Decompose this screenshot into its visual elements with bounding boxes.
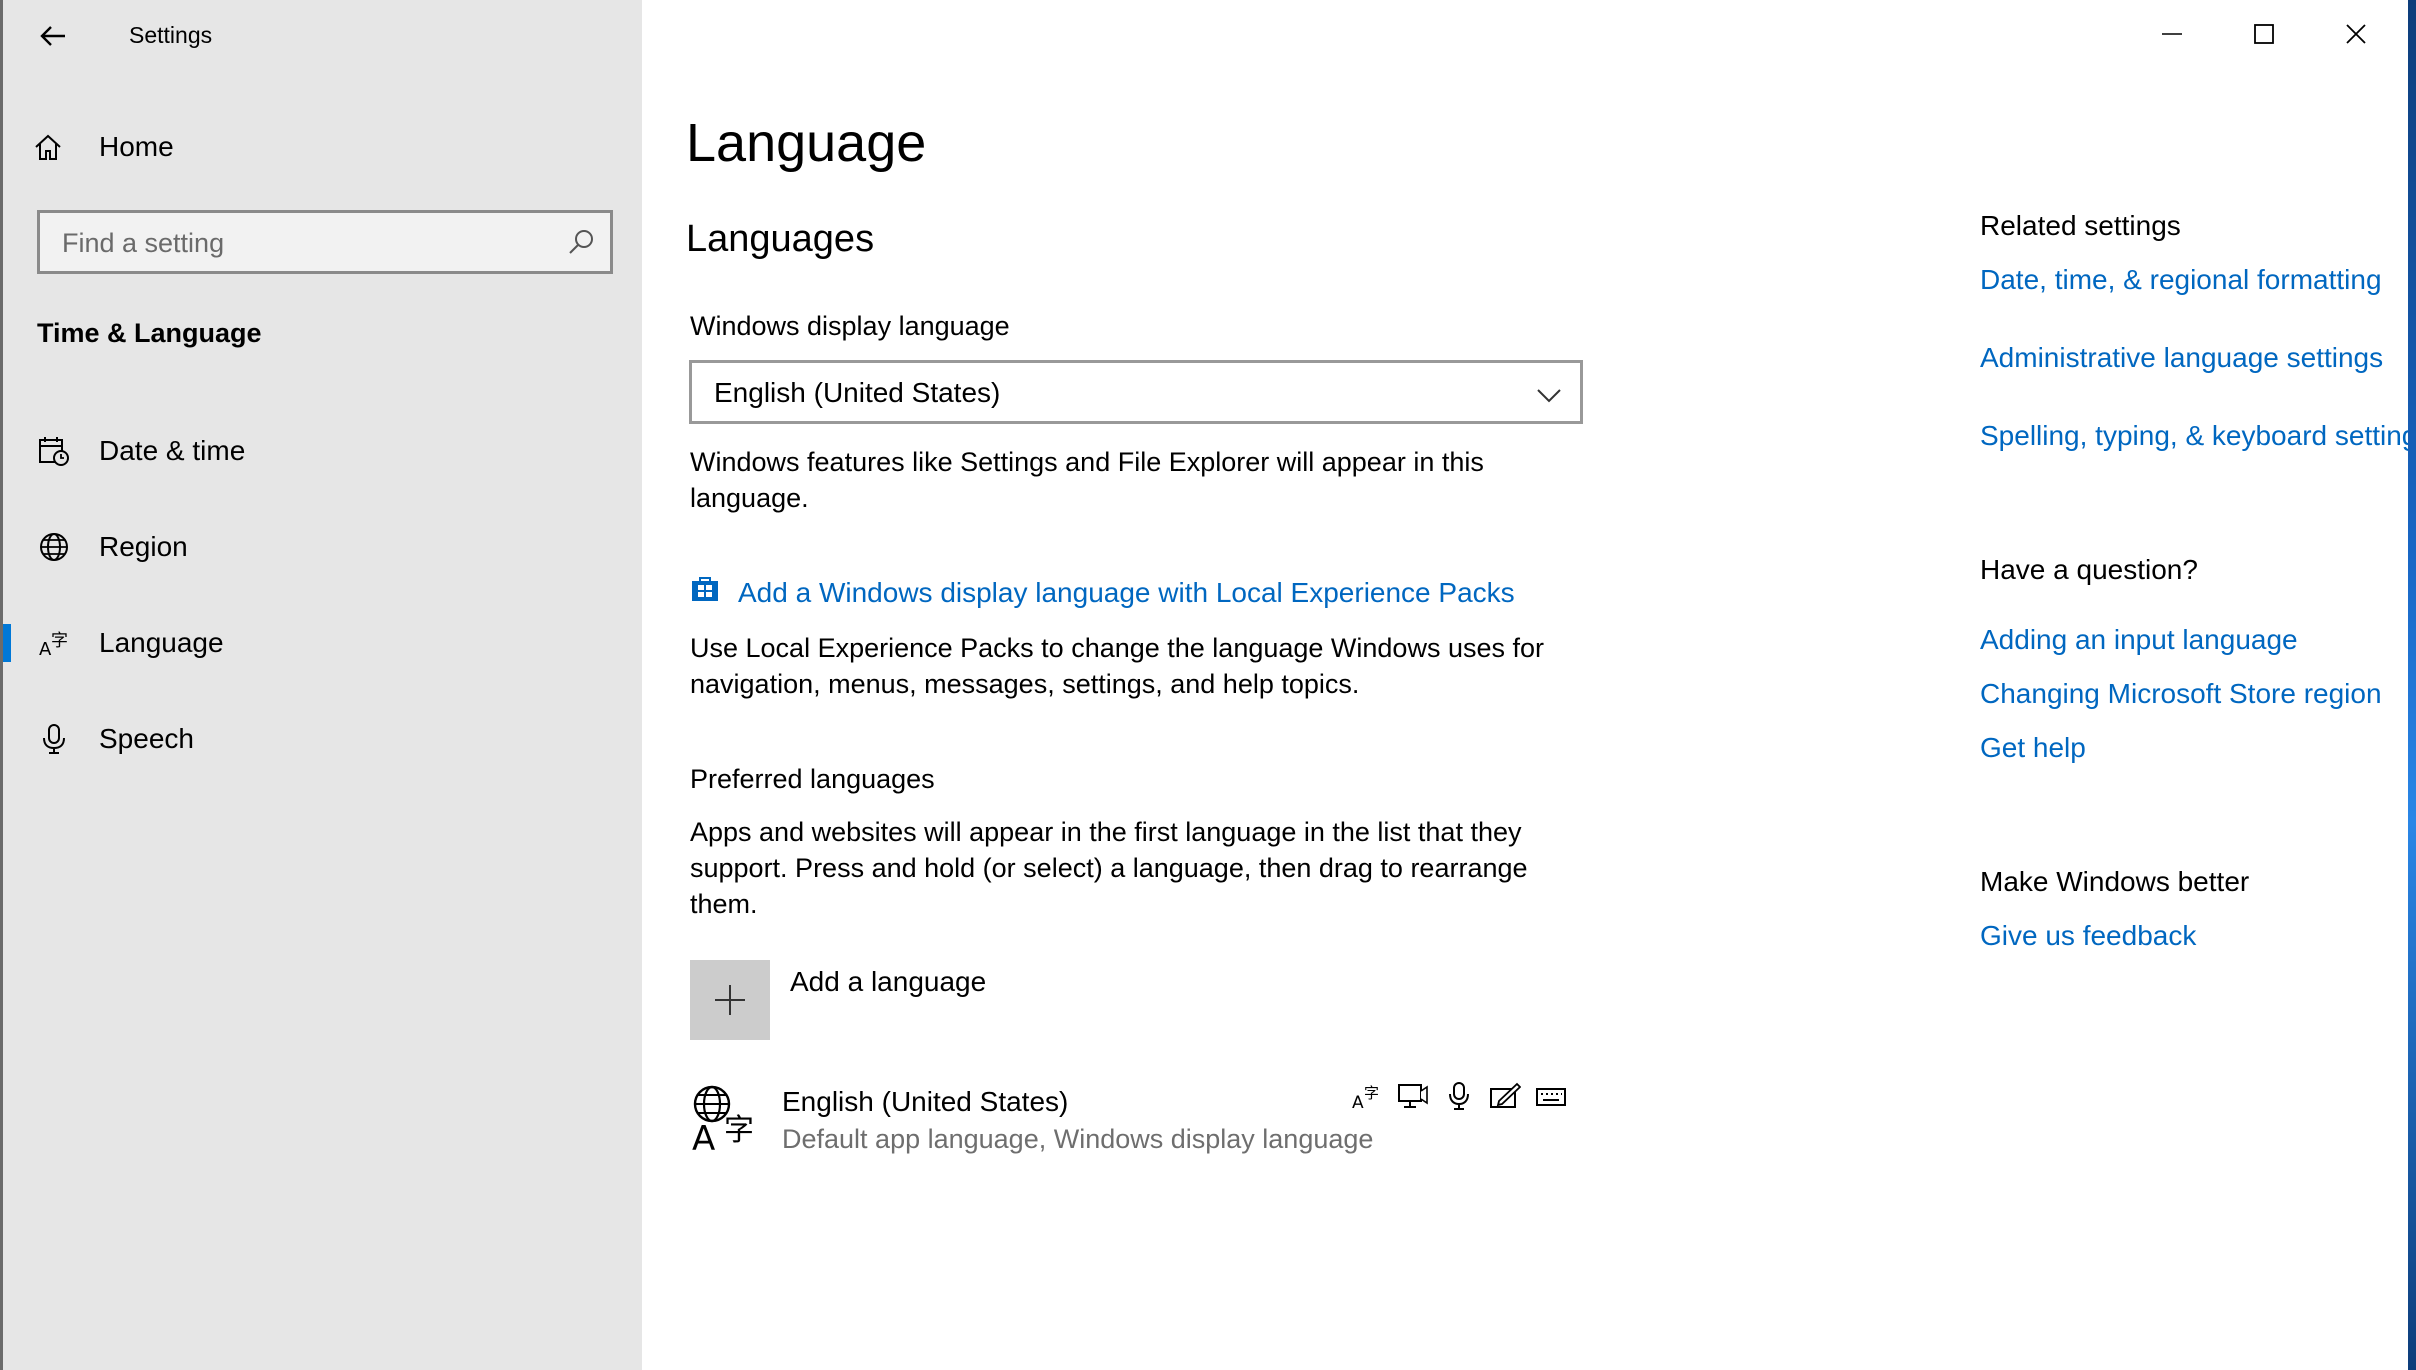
- svg-text:A: A: [692, 1119, 715, 1152]
- back-button[interactable]: [35, 18, 71, 54]
- chevron-down-icon: [1537, 389, 1561, 403]
- close-icon: [2346, 24, 2366, 44]
- sidebar-item-language[interactable]: A 字 Language: [3, 604, 642, 682]
- keyboard-icon: [1532, 1078, 1570, 1114]
- desktop-wallpaper-edge: [2408, 0, 2416, 1370]
- search-box[interactable]: [37, 210, 613, 274]
- svg-text:字: 字: [1364, 1084, 1379, 1102]
- language-detail: Default app language, Windows display la…: [782, 1124, 1374, 1154]
- administrative-language-link[interactable]: Administrative language settings: [1980, 342, 2383, 374]
- dropdown-selected-value: English (United States): [714, 377, 1001, 408]
- date-time-regional-link[interactable]: Date, time, & regional formatting: [1980, 264, 2382, 296]
- get-help-link[interactable]: Get help: [1980, 732, 2086, 764]
- lxp-description: Use Local Experience Packs to change the…: [690, 633, 1544, 699]
- settings-window: Settings Home Time & Language: [0, 0, 2416, 1370]
- adding-input-language-link[interactable]: Adding an input language: [1980, 624, 2298, 656]
- search-input[interactable]: [60, 213, 564, 273]
- handwriting-icon: [1486, 1078, 1524, 1114]
- give-feedback-link[interactable]: Give us feedback: [1980, 920, 2196, 952]
- main-content: Language Languages Windows display langu…: [642, 0, 2416, 1370]
- app-title: Settings: [129, 22, 213, 48]
- microphone-icon: [37, 722, 71, 756]
- search-icon[interactable]: [566, 227, 596, 257]
- preferred-languages-description: Apps and websites will appear in the fir…: [690, 817, 1528, 919]
- plus-icon: [715, 985, 745, 1015]
- close-button[interactable]: [2310, 0, 2402, 68]
- display-language-dropdown[interactable]: English (United States): [689, 360, 1583, 424]
- home-icon: [35, 134, 61, 160]
- language-feature-icons: A 字: [1348, 1078, 1570, 1114]
- speech-recognition-icon: [1440, 1078, 1478, 1114]
- sidebar-item-label: Region: [99, 531, 188, 562]
- sidebar: Settings Home Time & Language: [0, 0, 642, 1370]
- svg-text:字: 字: [724, 1113, 754, 1148]
- back-arrow-icon: [40, 26, 65, 46]
- globe-icon: [37, 530, 71, 564]
- make-windows-better-heading: Make Windows better: [1980, 866, 2250, 897]
- have-a-question-heading: Have a question?: [1980, 554, 2198, 585]
- sidebar-item-label: Date & time: [99, 435, 246, 466]
- language-name: English (United States): [782, 1086, 1069, 1117]
- maximize-button[interactable]: [2218, 0, 2310, 68]
- sidebar-item-home[interactable]: Home: [33, 122, 174, 172]
- preferred-languages-title: Preferred languages: [690, 764, 935, 794]
- sidebar-item-label: Home: [99, 131, 174, 162]
- display-language-description: Windows features like Settings and File …: [690, 447, 1484, 513]
- sidebar-item-speech[interactable]: Speech: [3, 700, 642, 778]
- calendar-clock-icon: [37, 434, 71, 468]
- related-settings-heading: Related settings: [1980, 210, 2181, 241]
- display-language-icon: A 字: [1348, 1078, 1386, 1114]
- sidebar-item-region[interactable]: Region: [3, 508, 642, 586]
- maximize-icon: [2254, 24, 2274, 44]
- add-display-language-link[interactable]: Add a Windows display language with Loca…: [738, 577, 1515, 609]
- page-title: Language: [686, 113, 927, 173]
- language-icon: A 字: [37, 626, 71, 660]
- svg-text:A: A: [1352, 1093, 1364, 1111]
- sidebar-item-label: Speech: [99, 723, 194, 754]
- spelling-typing-keyboard-link[interactable]: Spelling, typing, & keyboard settings: [1980, 420, 2416, 452]
- display-language-label: Windows display language: [690, 311, 1010, 341]
- language-globe-icon: A 字: [692, 1085, 754, 1152]
- text-to-speech-icon: [1394, 1078, 1432, 1114]
- add-language-label[interactable]: Add a language: [790, 966, 986, 998]
- svg-text:字: 字: [51, 631, 68, 651]
- minimize-button[interactable]: [2126, 0, 2218, 68]
- section-title: Languages: [686, 218, 875, 260]
- sidebar-section-title: Time & Language: [37, 318, 262, 348]
- changing-store-region-link[interactable]: Changing Microsoft Store region: [1980, 678, 2382, 710]
- sidebar-item-date-time[interactable]: Date & time: [3, 412, 642, 490]
- add-language-button[interactable]: [690, 960, 770, 1040]
- store-bag-icon: [692, 577, 718, 601]
- sidebar-item-label: Language: [99, 627, 224, 658]
- minimize-icon: [2162, 33, 2182, 35]
